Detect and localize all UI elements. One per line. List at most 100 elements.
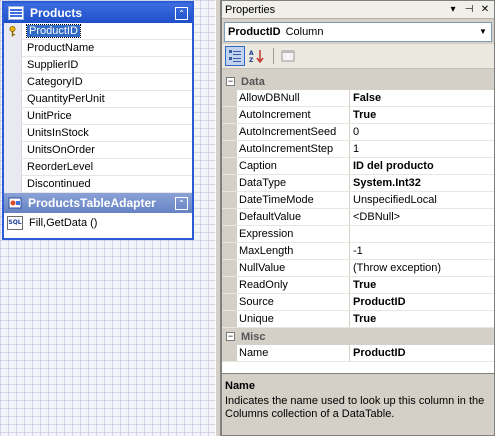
property-name[interactable]: Caption — [237, 158, 350, 174]
column-name: UnitPrice — [27, 110, 72, 122]
collapse-category-icon[interactable]: − — [226, 332, 235, 341]
property-row[interactable]: Unique True — [222, 311, 494, 328]
row-indent — [222, 294, 237, 310]
window-position-dropdown-icon[interactable]: ▾ — [446, 3, 460, 17]
pin-icon[interactable]: ⊣ — [462, 3, 476, 17]
table-column-row[interactable]: ProductID — [4, 23, 192, 40]
chevron-down-icon[interactable]: ▼ — [475, 23, 491, 41]
column-name: CategoryID — [27, 76, 83, 88]
property-row[interactable]: DataType System.Int32 — [222, 175, 494, 192]
category-row-data[interactable]: − Data — [222, 73, 494, 90]
property-name[interactable]: DateTimeMode — [237, 192, 350, 208]
categorized-icon — [229, 50, 241, 62]
property-value[interactable]: False — [350, 90, 494, 106]
property-value[interactable]: System.Int32 — [350, 175, 494, 191]
row-gutter — [4, 40, 22, 57]
table-column-row[interactable]: SupplierID — [4, 57, 192, 74]
alphabetical-view-button[interactable]: A Z — [247, 46, 267, 66]
property-value[interactable]: True — [350, 107, 494, 123]
property-name[interactable]: AutoIncrementStep — [237, 141, 350, 157]
property-name[interactable]: AutoIncrementSeed — [237, 124, 350, 140]
property-row[interactable]: MaxLength -1 — [222, 243, 494, 260]
column-name: UnitsInStock — [27, 127, 89, 139]
property-name[interactable]: Expression — [237, 226, 350, 242]
property-value[interactable]: 0 — [350, 124, 494, 140]
property-name[interactable]: Unique — [237, 311, 350, 327]
property-value[interactable] — [350, 226, 494, 242]
table-column-row[interactable]: CategoryID — [4, 74, 192, 91]
products-table-header[interactable]: Products ⌃ — [4, 3, 192, 23]
property-pages-button[interactable] — [278, 46, 298, 66]
row-indent — [222, 90, 237, 106]
property-row[interactable]: NullValue (Throw exception) — [222, 260, 494, 277]
table-column-row[interactable]: UnitsInStock — [4, 125, 192, 142]
property-value[interactable]: UnspecifiedLocal — [350, 192, 494, 208]
description-title: Name — [225, 380, 255, 392]
row-gutter — [4, 159, 22, 176]
sort-alphabetical-icon: A Z — [249, 50, 264, 63]
property-name[interactable]: AllowDBNull — [237, 90, 350, 106]
collapse-category-icon[interactable]: − — [226, 77, 235, 86]
property-row[interactable]: Caption ID del producto — [222, 158, 494, 175]
property-pages-icon — [281, 50, 295, 62]
property-row[interactable]: ReadOnly True — [222, 277, 494, 294]
table-adapter-header[interactable]: ProductsTableAdapter ⌃ — [4, 193, 192, 213]
property-value[interactable]: ProductID — [350, 294, 494, 310]
table-column-row[interactable]: QuantityPerUnit — [4, 91, 192, 108]
close-icon[interactable]: ✕ — [478, 3, 492, 17]
property-name[interactable]: Name — [237, 345, 350, 361]
property-row[interactable]: AllowDBNull False — [222, 90, 494, 107]
property-value[interactable]: ID del producto — [350, 158, 494, 174]
property-row[interactable]: Name ProductID — [222, 345, 494, 362]
property-row[interactable]: Expression — [222, 226, 494, 243]
properties-toolbar: A Z — [222, 44, 494, 69]
category-row-misc[interactable]: − Misc — [222, 328, 494, 345]
categorized-view-button[interactable] — [225, 46, 245, 66]
selected-object-type: Column — [285, 26, 324, 38]
row-indent — [222, 345, 237, 361]
property-value[interactable]: 1 — [350, 141, 494, 157]
sql-query-icon: SQL — [7, 216, 23, 230]
column-name: UnitsOnOrder — [27, 144, 95, 156]
products-table[interactable]: Products ⌃ ProductID ProductName SupplierI… — [2, 1, 194, 240]
property-name[interactable]: ReadOnly — [237, 277, 350, 293]
datatable-icon — [8, 6, 24, 20]
table-column-row[interactable]: UnitPrice — [4, 108, 192, 125]
dataset-designer[interactable]: Products ⌃ ProductID ProductName SupplierI… — [0, 0, 215, 436]
collapse-adapter-button[interactable]: ⌃ — [175, 196, 188, 210]
property-value[interactable]: ProductID — [350, 345, 494, 361]
property-name[interactable]: NullValue — [237, 260, 350, 276]
table-column-row[interactable]: UnitsOnOrder — [4, 142, 192, 159]
property-name[interactable]: DefaultValue — [237, 209, 350, 225]
adapter-query-row[interactable]: SQL Fill,GetData () — [4, 213, 192, 233]
svg-text:Z: Z — [249, 57, 254, 63]
property-row[interactable]: AutoIncrement True — [222, 107, 494, 124]
property-value[interactable]: -1 — [350, 243, 494, 259]
property-row[interactable]: AutoIncrementStep 1 — [222, 141, 494, 158]
property-name[interactable]: Source — [237, 294, 350, 310]
table-column-row[interactable]: ReorderLevel — [4, 159, 192, 176]
row-indent — [222, 226, 237, 242]
object-selector[interactable]: ProductID Column ▼ — [224, 22, 492, 42]
table-column-row[interactable]: Discontinued — [4, 176, 192, 193]
property-value[interactable]: True — [350, 277, 494, 293]
property-grid[interactable]: − Data AllowDBNull False AutoIncrement True Au… — [222, 73, 494, 373]
row-gutter — [4, 23, 22, 40]
property-value[interactable]: (Throw exception) — [350, 260, 494, 276]
property-row[interactable]: DefaultValue <DBNull> — [222, 209, 494, 226]
property-row[interactable]: DateTimeMode UnspecifiedLocal — [222, 192, 494, 209]
svg-text:A: A — [249, 50, 254, 57]
property-value[interactable]: True — [350, 311, 494, 327]
property-name[interactable]: DataType — [237, 175, 350, 191]
row-indent — [222, 158, 237, 174]
property-row[interactable]: Source ProductID — [222, 294, 494, 311]
row-indent — [222, 209, 237, 225]
property-value[interactable]: <DBNull> — [350, 209, 494, 225]
property-name[interactable]: MaxLength — [237, 243, 350, 259]
property-name[interactable]: AutoIncrement — [237, 107, 350, 123]
primary-key-icon — [9, 26, 16, 37]
table-column-row[interactable]: ProductName — [4, 40, 192, 57]
property-row[interactable]: AutoIncrementSeed 0 — [222, 124, 494, 141]
collapse-table-button[interactable]: ⌃ — [175, 6, 188, 20]
properties-title: Properties — [225, 3, 276, 16]
